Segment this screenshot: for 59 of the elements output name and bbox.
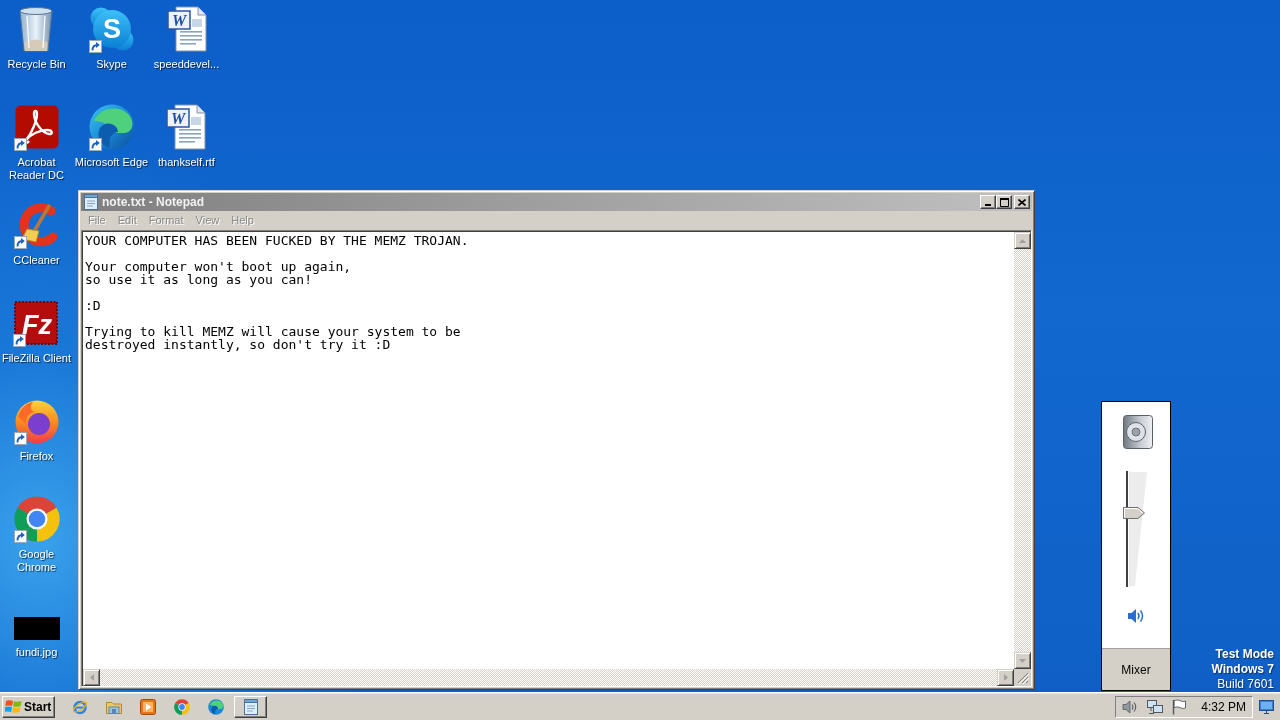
horizontal-scrollbar[interactable] [83, 669, 1014, 686]
edge-icon[interactable] [208, 698, 224, 715]
close-button[interactable] [1014, 195, 1030, 209]
desktop-item[interactable]: Firefox [12, 395, 61, 463]
speaker-device-icon [1123, 415, 1153, 449]
notepad-icon [243, 698, 258, 715]
vertical-scrollbar[interactable] [1014, 232, 1031, 669]
media-player-icon[interactable] [140, 698, 156, 715]
clock[interactable]: 4:32 PM [1201, 699, 1246, 714]
notepad-taskbar-button[interactable] [234, 695, 267, 718]
desktop-item[interactable]: Microsoft Edge [74, 101, 149, 169]
desktop-item[interactable]: Acrobat Reader DC [0, 101, 74, 182]
desktop-item[interactable]: Recycle Bin [7, 3, 66, 71]
desktop-item[interactable]: W speeddevel... [153, 3, 220, 71]
desktop-item[interactable]: S Skype [87, 3, 136, 71]
image-thumbnail [13, 617, 60, 640]
recycle-bin-icon [19, 6, 54, 52]
chrome-icon[interactable] [174, 698, 190, 715]
minimize-icon [985, 204, 991, 206]
skype-icon: S [89, 7, 134, 51]
document-text: YOUR COMPUTER HAS BEEN FUCKED BY THE MEMZ TROJAN. Your computer won't boot up again, so use it as long as you can! :D Trying to kill MEMZ will cause your system to be destroyed instantly, so don't try it :D [84, 232, 470, 351]
firefox-icon [13, 398, 60, 444]
desktop-item[interactable]: W thankself.rtf [158, 101, 215, 169]
network-icon[interactable] [1147, 698, 1164, 715]
test-mode-label: Test Mode [1215, 647, 1274, 662]
edge-icon [88, 104, 135, 150]
maximize-button[interactable] [996, 195, 1012, 209]
desktop-item[interactable]: Fz FileZilla Client [1, 297, 72, 365]
minimize-button[interactable] [980, 195, 996, 209]
scroll-right-button[interactable] [997, 669, 1014, 686]
desktop-item[interactable]: CCleaner [12, 199, 61, 267]
caret-down-icon [1019, 658, 1026, 663]
desktop-item[interactable]: Google Chrome [0, 493, 74, 574]
caret-right-icon [1003, 674, 1008, 681]
windows-logo-icon [5, 699, 22, 714]
windows-edition-label: Windows 7 [1211, 662, 1274, 677]
flag-icon[interactable] [1172, 698, 1187, 715]
close-icon [1018, 198, 1026, 206]
start-button[interactable]: Start [2, 695, 55, 718]
caret-left-icon [89, 674, 94, 681]
filezilla-icon: Fz [14, 301, 59, 345]
speaker-icon[interactable] [1122, 698, 1139, 715]
resize-grip-icon[interactable] [1017, 672, 1029, 684]
desktop-item[interactable]: fundi.jpg [12, 591, 61, 659]
caret-up-icon [1019, 238, 1026, 243]
speaker-icon[interactable] [1127, 607, 1145, 625]
scroll-down-button[interactable] [1014, 652, 1031, 669]
scroll-up-button[interactable] [1014, 232, 1031, 249]
slider-thumb[interactable] [1123, 507, 1145, 520]
window-title: note.txt - Notepad [102, 195, 205, 209]
chrome-icon [13, 496, 60, 542]
build-label: Build 7601 [1217, 677, 1274, 692]
pdf-reader-icon [14, 105, 59, 149]
notepad-icon [84, 194, 98, 210]
scroll-left-button[interactable] [83, 669, 100, 686]
mixer-button[interactable]: Mixer [1102, 648, 1170, 690]
maximize-icon [999, 197, 1009, 207]
show-desktop-icon[interactable] [1259, 699, 1274, 714]
volume-slider[interactable] [1122, 471, 1148, 587]
